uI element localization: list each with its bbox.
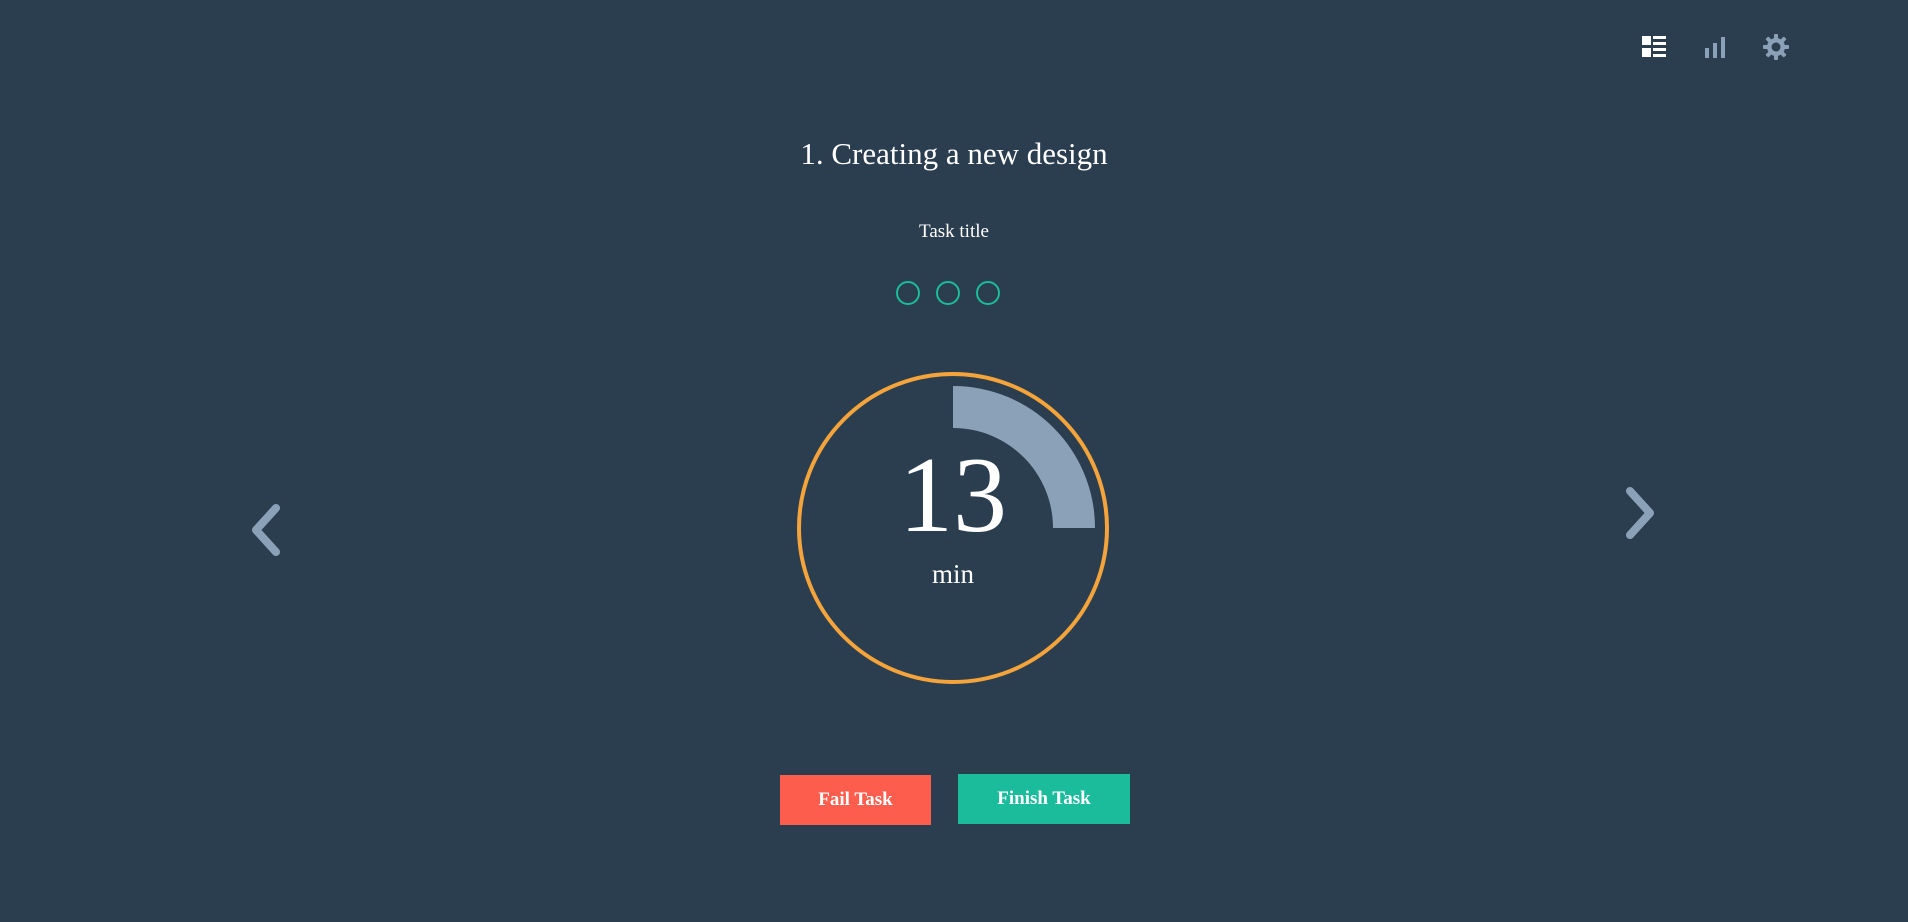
- pomodoro-dot[interactable]: [976, 281, 1000, 305]
- fail-task-button[interactable]: Fail Task: [780, 775, 931, 825]
- task-heading: 1. Creating a new design: [800, 136, 1108, 171]
- pomodoro-dots: [896, 281, 1000, 305]
- list-view-button[interactable]: [1640, 33, 1668, 61]
- pomodoro-dot[interactable]: [896, 281, 920, 305]
- finish-task-button[interactable]: Finish Task: [958, 774, 1130, 824]
- task-subtitle: Task title: [919, 221, 989, 242]
- pomodoro-screen: 1. Creating a new design Task title 13 m…: [0, 0, 1908, 922]
- settings-button[interactable]: [1762, 33, 1790, 61]
- toolbar: [1640, 33, 1790, 61]
- previous-task-button[interactable]: [246, 500, 290, 560]
- gear-icon: [1763, 34, 1789, 60]
- timer-dial: 13 min: [796, 371, 1110, 685]
- pomodoro-dot[interactable]: [936, 281, 960, 305]
- timer-unit: min: [931, 559, 974, 589]
- statistics-button[interactable]: [1701, 33, 1729, 61]
- bar-chart-icon: [1705, 37, 1725, 58]
- chevron-right-icon: [1626, 487, 1654, 539]
- list-icon: [1642, 36, 1666, 57]
- next-task-button[interactable]: [1616, 483, 1660, 543]
- timer-value: 13: [899, 436, 1007, 555]
- chevron-left-icon: [252, 504, 280, 556]
